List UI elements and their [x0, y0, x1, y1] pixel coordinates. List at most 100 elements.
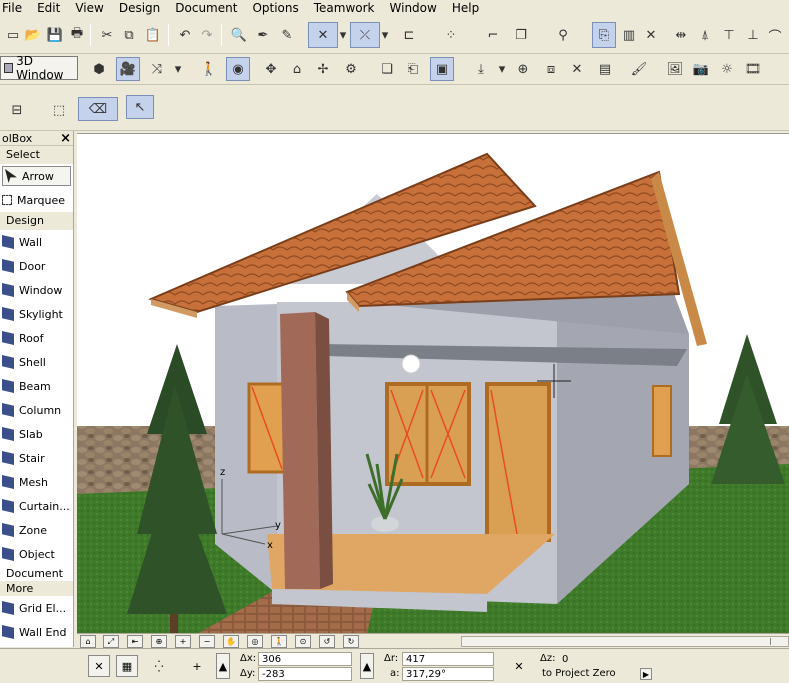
gravity-icon[interactable]: ✕: [308, 22, 338, 48]
copy-icon[interactable]: ⧉: [118, 24, 140, 46]
dz-field[interactable]: 0: [558, 652, 654, 666]
snap-dropdown-icon[interactable]: ▾: [380, 24, 390, 46]
level-icon[interactable]: ⊥: [742, 24, 764, 46]
undo-icon[interactable]: ↶: [174, 24, 196, 46]
picture-icon[interactable]: 🖼: [664, 58, 686, 80]
tool-slab[interactable]: Slab: [0, 422, 73, 446]
section-design[interactable]: Design: [0, 212, 73, 230]
redo-icon[interactable]: ↷: [196, 24, 218, 46]
menu-edit[interactable]: Edit: [37, 0, 60, 16]
section-document[interactable]: Document: [0, 566, 73, 581]
tool-arrow[interactable]: Arrow: [2, 166, 71, 186]
photo-render-icon[interactable]: 📷: [690, 58, 712, 80]
prev-zoom-icon[interactable]: ↺: [319, 635, 335, 648]
menu-options[interactable]: Options: [252, 0, 298, 16]
camera-icon[interactable]: 🎥: [116, 57, 140, 81]
3d-window-button[interactable]: 3D Window: [0, 54, 78, 82]
nav-zoom-fit-icon[interactable]: ⤢: [103, 635, 119, 648]
nav-home-icon[interactable]: ⌂: [80, 635, 96, 648]
rectangle-select-icon[interactable]: ⬚: [48, 99, 70, 121]
menu-design[interactable]: Design: [119, 0, 160, 16]
menu-view[interactable]: View: [75, 0, 103, 16]
tool-grid-element[interactable]: Grid El...: [0, 596, 73, 620]
3d-viewport[interactable]: z y x: [77, 133, 789, 633]
tool-window[interactable]: Window: [0, 278, 73, 302]
tool-column[interactable]: Column: [0, 398, 73, 422]
dimension-icon[interactable]: ⇹: [670, 24, 692, 46]
target-icon[interactable]: ⊕: [512, 58, 534, 80]
tool-door[interactable]: Door: [0, 254, 73, 278]
explore-icon[interactable]: ✥: [260, 58, 282, 80]
shaded-view-icon[interactable]: ▣: [430, 57, 454, 81]
menu-window[interactable]: Window: [390, 0, 437, 16]
eraser-icon[interactable]: ⌫: [78, 97, 118, 121]
projection-dropdown-icon[interactable]: ▾: [172, 58, 184, 80]
window-stack-icon[interactable]: ❏: [376, 58, 398, 80]
reference-dropdown-icon[interactable]: ▶: [640, 668, 652, 680]
trace-icon[interactable]: ⎘: [592, 22, 616, 48]
sun-icon[interactable]: ☼: [716, 58, 738, 80]
cut-icon[interactable]: ✂: [96, 24, 118, 46]
walk-icon[interactable]: 🚶: [198, 58, 220, 80]
gravity-dropdown-icon[interactable]: ▾: [338, 24, 348, 46]
tool-zone[interactable]: Zone: [0, 518, 73, 542]
section-select[interactable]: Select: [0, 146, 73, 164]
drag-icon[interactable]: ⊟: [6, 99, 28, 121]
lock-icon[interactable]: ⚲: [552, 24, 574, 46]
origin-icon[interactable]: +: [186, 655, 208, 677]
zoom-in-icon[interactable]: +: [175, 635, 191, 648]
print-icon[interactable]: 🖶: [66, 24, 88, 46]
new-file-icon[interactable]: ▭: [2, 24, 24, 46]
duplicate-view-icon[interactable]: ⎗: [402, 58, 424, 80]
polar-coords-icon[interactable]: ▲: [360, 653, 374, 679]
construction-grid-icon[interactable]: ⁛: [148, 655, 170, 677]
grid-snap-icon[interactable]: ▦: [116, 655, 138, 677]
dy-field[interactable]: -283: [258, 667, 352, 681]
section-icon[interactable]: ⧈: [540, 58, 562, 80]
save-icon[interactable]: 💾: [44, 24, 66, 46]
pan-icon[interactable]: ✋: [223, 635, 239, 648]
menu-help[interactable]: Help: [452, 0, 479, 16]
tool-beam[interactable]: Beam: [0, 374, 73, 398]
tool-mesh[interactable]: Mesh: [0, 470, 73, 494]
syringe-icon[interactable]: ✎: [276, 24, 298, 46]
3d-cube-icon[interactable]: ⬢: [88, 58, 110, 80]
dx-field[interactable]: 306: [258, 652, 352, 666]
orbit-nav-icon[interactable]: ◎: [247, 635, 263, 648]
nav-zoom-window-icon[interactable]: ⊕: [151, 635, 167, 648]
next-zoom-icon[interactable]: ↻: [343, 635, 359, 648]
filter-icon[interactable]: ✢: [312, 58, 334, 80]
tool-wall-end[interactable]: Wall End: [0, 620, 73, 644]
height-icon[interactable]: ⊤: [718, 24, 740, 46]
export-dropdown-icon[interactable]: ▾: [496, 58, 508, 80]
brush-icon[interactable]: 🖌: [628, 58, 650, 80]
paste-icon[interactable]: 📋: [142, 24, 164, 46]
toolbox-close-icon[interactable]: ×: [60, 131, 71, 146]
layers-icon[interactable]: ❐: [510, 24, 532, 46]
snap-guides-icon[interactable]: ⤫: [350, 22, 380, 48]
menu-document[interactable]: Document: [175, 0, 237, 16]
elevation-marker-icon[interactable]: ⍋: [694, 24, 716, 46]
zoom-out-icon[interactable]: −: [199, 635, 215, 648]
tool-marquee[interactable]: Marquee: [0, 188, 73, 212]
tool-stair[interactable]: Stair: [0, 446, 73, 470]
relative-coords-icon[interactable]: ▲: [216, 653, 230, 679]
walk-nav-icon[interactable]: 🚶: [271, 635, 287, 648]
3d-doc-icon[interactable]: ▤: [594, 58, 616, 80]
menu-teamwork[interactable]: Teamwork: [314, 0, 375, 16]
tool-shell[interactable]: Shell: [0, 350, 73, 374]
close-view-icon[interactable]: ✕: [640, 24, 662, 46]
dr-field[interactable]: 417: [402, 652, 494, 666]
cancel-icon[interactable]: ✕: [88, 655, 110, 677]
cutting-plane-icon[interactable]: ✕: [566, 58, 588, 80]
home-icon[interactable]: ⌂: [286, 58, 308, 80]
tool-curtain-wall[interactable]: Curtain...: [0, 494, 73, 518]
distribute-icon[interactable]: ⁘: [440, 24, 462, 46]
zoom-nav-icon[interactable]: ⊙: [295, 635, 311, 648]
orbit-icon[interactable]: ◉: [226, 57, 250, 81]
find-select-icon[interactable]: 🔍: [228, 24, 250, 46]
align-icon[interactable]: ⊏: [398, 24, 420, 46]
tool-object[interactable]: Object: [0, 542, 73, 566]
section-more[interactable]: More: [0, 581, 73, 596]
scroll-thumb[interactable]: [770, 638, 778, 645]
